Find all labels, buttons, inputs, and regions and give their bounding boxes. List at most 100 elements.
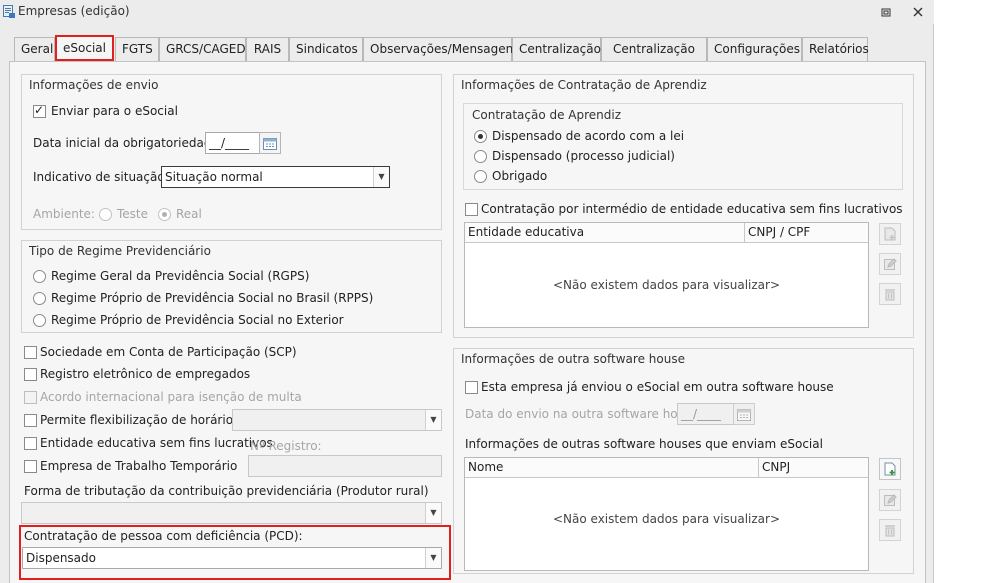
data-obrigatoriedade-label: Data inicial da obrigatoriedade: [33,136,223,150]
enviou-outra-software-checkbox[interactable] [465,381,478,394]
software-house-add-button[interactable] [879,458,901,480]
tab-configuracoes[interactable]: Configurações [707,37,802,61]
regime-group: Tipo de Regime Previdenciário Regime Ger… [21,240,442,333]
restore-icon [881,8,891,17]
regime-rgps-radio[interactable] [33,270,46,283]
tab-grcs-caged[interactable]: GRCS/CAGED [159,37,246,61]
enviou-outra-software-label: Esta empresa já enviou o eSocial em outr… [481,380,834,394]
enviar-esocial-checkbox[interactable] [33,103,46,118]
regime-group-title: Tipo de Regime Previdenciário [29,244,211,258]
column-entidade-educativa[interactable]: Entidade educativa [465,223,584,243]
trabalho-temporario-label: Empresa de Trabalho Temporário [40,459,238,473]
add-icon [884,227,896,241]
scp-label: Sociedade em Conta de Participação (SCP) [40,345,297,359]
data-obrigatoriedade-calendar-button[interactable] [259,132,281,154]
envio-group: Informações de envio Enviar para o eSoci… [21,74,442,230]
tab-rais[interactable]: RAIS [246,37,289,61]
software-house-group: Informações de outra software house Esta… [453,348,914,574]
intermedio-entidade-checkbox[interactable] [465,203,478,216]
tab-sindicatos[interactable]: Sindicatos [289,37,363,61]
outras-software-houses-label: Informações de outras software houses qu… [465,437,823,451]
tab-observacoes[interactable]: Observações/Mensagens [363,37,520,61]
tributacao-label: Forma de tributação da contribuição prev… [24,484,429,498]
registro-eletronico-label: Registro eletrônico de empregados [40,367,251,381]
nr-registro-label: Nº Registro: [250,439,322,453]
tab-geral[interactable]: Geral [14,37,55,61]
tab-centralizacao-cs[interactable]: Centralização CS [601,37,707,79]
software-house-grid-header: Nome CNPJ [465,458,868,478]
trash-icon [885,289,895,301]
acordo-internacional-label: Acordo internacional para isenção de mul… [40,390,302,404]
regime-rgps-label: Regime Geral da Previdência Social (RGPS… [51,269,310,283]
software-house-grid[interactable]: Nome CNPJ <Não existem dados para visual… [464,457,869,571]
restore-button[interactable] [877,3,895,21]
chevron-down-icon: ▼ [373,167,389,187]
aprendiz-dispensado-lei-radio[interactable] [474,130,487,143]
tab-fgts[interactable]: FGTS [115,37,159,61]
scp-checkbox[interactable] [24,346,37,359]
indicativo-select-value: Situação normal [165,170,263,184]
nr-registro-input[interactable] [248,455,442,477]
esocial-tab-content: Informações de envio Enviar para o eSoci… [9,61,926,583]
close-button[interactable] [909,3,927,21]
data-obrigatoriedade-input[interactable]: __/____ [205,132,260,154]
indicativo-label: Indicativo de situação: [33,170,169,184]
add-icon [884,462,896,476]
window-title: Empresas (edição) [18,4,130,18]
chevron-down-icon: ▼ [425,548,441,568]
software-house-grid-empty: <Não existem dados para visualizar> [552,512,780,526]
intermedio-entidade-label: Contratação por intermédio de entidade e… [481,202,903,216]
regime-rpps-label: Regime Próprio de Previdência Social no … [51,291,374,305]
tab-esocial[interactable]: eSocial [55,35,114,61]
aprendiz-obrigado-radio[interactable] [474,170,487,183]
flexibilizacao-select[interactable]: ▼ [232,409,442,431]
trabalho-temporario-checkbox[interactable] [24,460,37,473]
registro-eletronico-checkbox[interactable] [24,368,37,381]
pcd-select-value: Dispensado [26,551,96,565]
pcd-select[interactable]: Dispensado ▼ [22,547,442,569]
tab-relatorios[interactable]: Relatórios [802,37,869,61]
empresas-window: Empresas (edição) Geral eSocial FGTS GRC… [0,0,934,583]
data-envio-input[interactable]: __/____ [677,403,734,425]
tab-centralizacao[interactable]: Centralização [512,37,601,61]
entidade-delete-button[interactable] [879,283,901,305]
software-house-delete-button[interactable] [879,519,901,541]
aprendiz-obrigado-label: Obrigado [492,169,548,183]
tributacao-select[interactable]: ▼ [21,502,442,524]
flexibilizacao-checkbox[interactable] [24,414,37,427]
acordo-internacional-checkbox[interactable] [24,391,37,404]
aprendiz-dispensado-lei-label: Dispensado de acordo com a lei [492,129,685,143]
entidade-add-button[interactable] [879,223,901,245]
data-envio-calendar-button[interactable] [733,403,755,425]
ambiente-label: Ambiente: [33,207,95,221]
chevron-down-icon: ▼ [425,503,441,523]
aprendiz-subgroup-title: Contratação de Aprendiz [472,108,622,122]
entidade-grid-header: Entidade educativa CNPJ / CPF [465,223,868,243]
software-house-edit-button[interactable] [879,489,901,511]
entidade-educativa-label: Entidade educativa sem fins lucrativos [40,436,273,450]
edit-icon [884,494,897,506]
aprendiz-subgroup: Contratação de Aprendiz Dispensado de ac… [463,103,903,190]
indicativo-select[interactable]: Situação normal ▼ [161,166,390,188]
data-envio-label: Data do envio na outra software house: [465,407,703,421]
entidade-grid-empty: <Não existem dados para visualizar> [552,278,780,292]
software-house-group-title: Informações de outra software house [461,352,685,366]
flexibilizacao-label: Permite flexibilização de horários [40,413,240,427]
calendar-icon [737,408,751,421]
ambiente-teste-label: Teste [117,207,149,221]
entidade-educativa-checkbox[interactable] [24,437,37,450]
entidade-grid[interactable]: Entidade educativa CNPJ / CPF <Não exist… [464,222,869,328]
aprendiz-dispensado-judicial-radio[interactable] [474,150,487,163]
ambiente-real-radio[interactable] [158,208,171,221]
column-cnpj[interactable]: CNPJ [759,458,790,478]
entidade-edit-button[interactable] [879,253,901,275]
regime-rpps-radio[interactable] [33,292,46,305]
regime-exterior-radio[interactable] [33,314,46,327]
calendar-icon [263,137,277,150]
app-icon [3,5,15,18]
aprendiz-group: Informações de Contratação de Aprendiz C… [453,74,914,338]
column-nome[interactable]: Nome [465,458,503,478]
column-cnpj-cpf[interactable]: CNPJ / CPF [745,223,810,243]
ambiente-real-label: Real [176,207,202,221]
ambiente-teste-radio[interactable] [99,208,112,221]
